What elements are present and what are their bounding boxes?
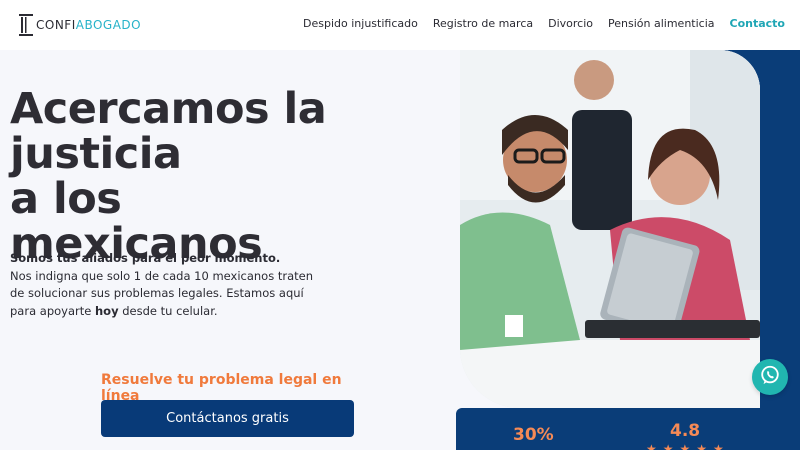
contact-free-button[interactable]: Contáctanos gratis: [101, 400, 354, 437]
hero-lead: Somos tus aliados para el peor momento. …: [10, 250, 330, 320]
nav-item-contacto[interactable]: Contacto: [730, 17, 785, 30]
stat-percent: 30%: [513, 425, 554, 445]
main-nav: Despido injustificado Registro de marca …: [303, 17, 785, 30]
stats-card: 30% 4.8 ★★★★★: [456, 408, 800, 450]
nav-item-pension[interactable]: Pensión alimenticia: [608, 17, 715, 30]
hero-title: Acercamos la justicia a los mexicanos: [10, 87, 370, 267]
rating-stars: ★★★★★: [646, 442, 730, 450]
columns-logo-icon: [19, 13, 33, 37]
logo-text: CONFIABOGADO: [36, 18, 142, 32]
hero-photo: [460, 50, 760, 408]
lead-tail: desde tu celular.: [122, 303, 218, 318]
hero-title-line: Acercamos la: [10, 84, 327, 134]
lead-strong: Somos tus aliados para el peor momento.: [10, 251, 281, 265]
hero-title-line: justicia: [10, 129, 182, 179]
logo[interactable]: CONFIABOGADO: [19, 12, 141, 38]
nav-item-registro-marca[interactable]: Registro de marca: [433, 17, 533, 30]
lead-bold: hoy: [94, 303, 119, 318]
stat-rating: 4.8: [670, 421, 701, 441]
site-header: CONFIABOGADO Despido injustificado Regis…: [0, 0, 800, 50]
nav-item-divorcio[interactable]: Divorcio: [548, 17, 593, 30]
whatsapp-icon: [759, 364, 781, 391]
whatsapp-button[interactable]: [752, 359, 788, 395]
nav-item-despido[interactable]: Despido injustificado: [303, 17, 418, 30]
